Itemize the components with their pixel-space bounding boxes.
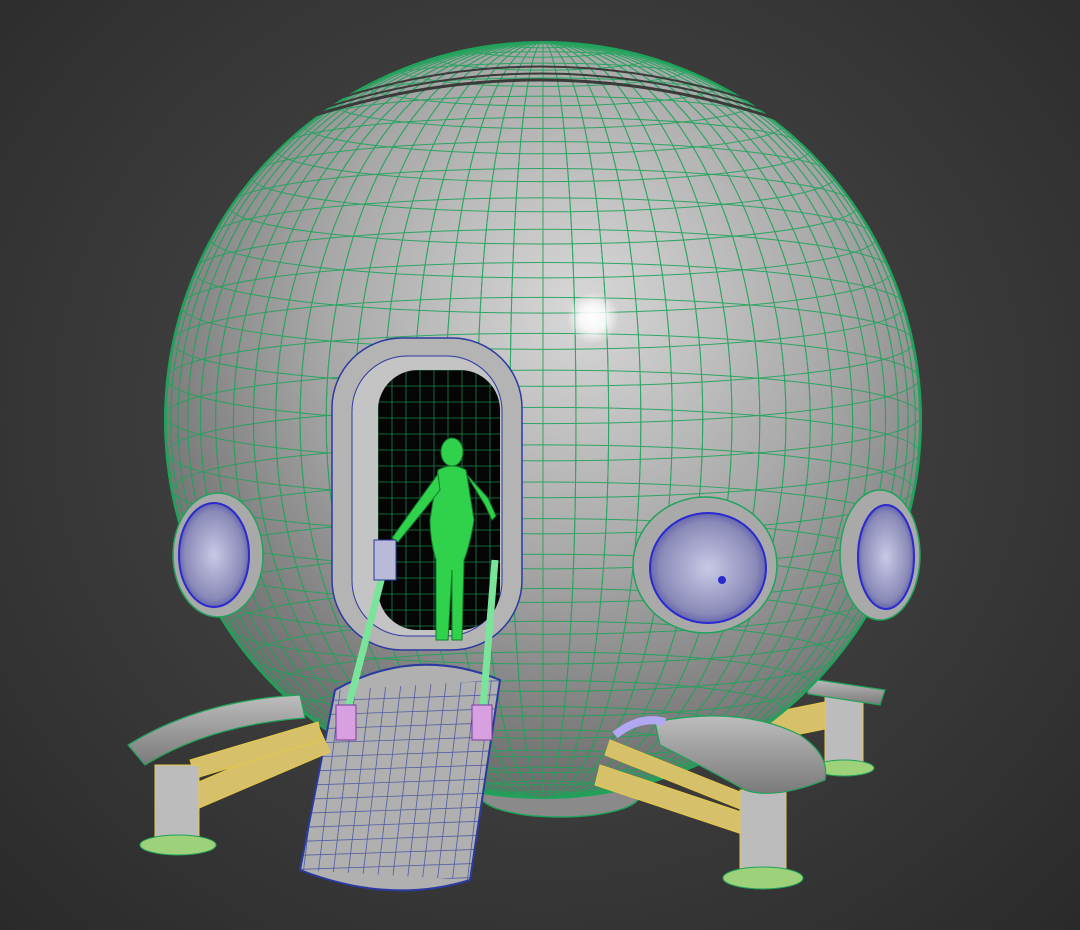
landing-leg-front-left <box>127 694 331 856</box>
porthole-left <box>172 492 264 618</box>
porthole-right <box>839 489 921 621</box>
specular-highlight <box>567 292 619 344</box>
3d-viewport[interactable] <box>0 0 1080 930</box>
porthole-center-right <box>632 496 778 634</box>
scene-svg <box>127 41 922 892</box>
spherical-pod <box>164 41 922 799</box>
